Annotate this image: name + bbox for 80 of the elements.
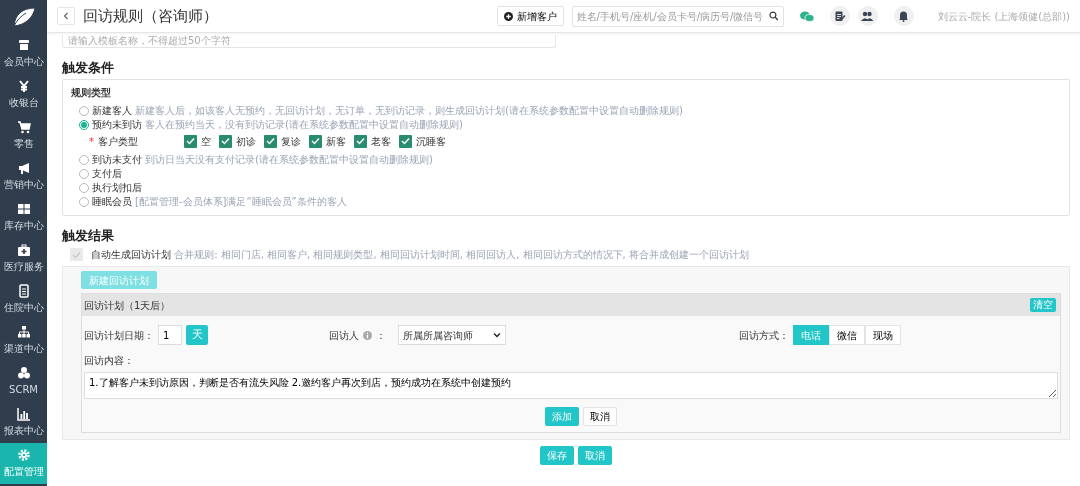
search-field[interactable]: 姓名/手机号/座机/会员卡号/病历号/微信号 [571, 5, 784, 27]
sidebar-item[interactable]: 零售 [0, 115, 47, 156]
checkbox[interactable] [264, 134, 277, 148]
checkbox-label: 复诊 [281, 134, 301, 149]
rule-label: 到访未支付 [92, 154, 142, 167]
info-icon[interactable] [363, 330, 372, 340]
sidebar-item[interactable]: SCRM [0, 361, 47, 402]
clipboard-icon [16, 284, 31, 298]
rule-description: 到访日当天没有支付记录(请在系统参数配置中设置自动删除规则) [145, 154, 433, 167]
bar-chart-icon [16, 407, 31, 421]
rule-label: 预约未到访 [92, 119, 142, 132]
rule-description: [配置管理-会员体系]满足“睡眠会员”条件的客人 [135, 196, 347, 209]
unit-label: 天 [186, 325, 208, 346]
checkbox[interactable] [309, 134, 322, 148]
grid-icon [16, 202, 31, 216]
sidebar-item[interactable]: 报表中心 [0, 402, 47, 443]
field-label: 客户类型 [98, 134, 138, 149]
rule-label: 睡眠会员 [92, 196, 132, 209]
page-title: 回访规则（咨询师） [83, 5, 218, 27]
field-label: 回访方式： [739, 328, 789, 343]
chat-bubbles-icon[interactable] [799, 10, 814, 22]
checkbox[interactable] [184, 134, 197, 148]
method-tab[interactable]: 现场 [865, 325, 901, 346]
cubes-icon [16, 366, 31, 380]
back-button[interactable] [57, 7, 75, 25]
users-icon[interactable] [857, 6, 878, 26]
sidebar-item[interactable]: 收银台 [0, 74, 47, 115]
visitor-select[interactable]: 所属所属咨询师 [398, 325, 506, 346]
search-icon[interactable] [768, 11, 779, 21]
plan-title: 回访计划（1天后） [84, 298, 171, 313]
panel-label: 规则类型 [71, 86, 112, 100]
sidebar-item[interactable]: 会员中心 [0, 33, 47, 74]
rule-label: 支付后 [92, 168, 122, 181]
yen-icon [16, 79, 31, 93]
cart-icon [16, 120, 31, 134]
radio-button[interactable] [79, 197, 89, 208]
sidebar-item[interactable]: 医疗服务 [0, 238, 47, 279]
radio-button[interactable] [79, 183, 89, 194]
rule-label: 新建客人 [92, 105, 132, 118]
chevron-left-icon [63, 12, 69, 20]
sidebar-item[interactable]: 渠道中心 [0, 320, 47, 361]
rule-description: 客人在预约当天，没有到访记录(请在系统参数配置中设置自动删除规则) [145, 119, 463, 132]
new-customer-button[interactable]: 新增客户 [496, 6, 564, 26]
clipboard-edit-icon[interactable] [829, 6, 850, 26]
checkbox-label: 空 [201, 134, 211, 149]
radio-button[interactable] [79, 120, 89, 131]
plus-circle-icon [503, 11, 513, 21]
checkbox-label: 老客 [371, 134, 391, 149]
org-chart-icon [16, 325, 31, 339]
content-field[interactable]: 1.了解客户未到访原因，判断是否有流失风险 2.邀约客户再次到店，预约成功在系统中创建预约 [84, 372, 1058, 400]
checkbox[interactable] [354, 134, 367, 148]
megaphone-icon [16, 161, 31, 175]
checkbox-label: 新客 [326, 134, 346, 149]
sidebar-item[interactable]: 库存中心 [0, 197, 47, 238]
checkbox-label: 初诊 [236, 134, 256, 149]
cancel-button[interactable]: 取消 [583, 407, 617, 427]
required-mark: * [89, 134, 94, 149]
sidebar-item[interactable]: 营销中心 [0, 156, 47, 197]
colon: ： [376, 328, 386, 343]
checkbox[interactable] [399, 134, 412, 148]
section-heading: 触发结果 [62, 228, 115, 244]
rule-label: 执行划扣后 [92, 182, 142, 195]
gear-icon [16, 448, 31, 462]
field-label: 回访人 [329, 328, 359, 343]
checkbox-label: 沉睡客 [416, 134, 446, 149]
rule-description: 新建客人后，如该客人无预约，无回访计划，无订单，无到访记录，则生成回访计划(请在系统参数配置中设置自动删除规则) [135, 105, 683, 118]
method-tab[interactable]: 微信 [829, 325, 865, 346]
field-label: 回访内容： [84, 354, 135, 369]
bell-icon[interactable] [893, 6, 914, 26]
caret-icon [493, 332, 501, 339]
sidebar-item[interactable]: 住院中心 [0, 279, 47, 320]
section-heading: 触发条件 [62, 60, 115, 75]
template-name-field[interactable]: 请输入模板名称，不得超过50个字符 [62, 34, 556, 48]
radio-button[interactable] [79, 155, 89, 166]
radio-button[interactable] [79, 106, 89, 117]
field-label: 回访计划日期： [84, 328, 154, 343]
medical-kit-icon [16, 243, 31, 257]
checkbox[interactable] [219, 134, 232, 148]
date-field[interactable]: 1 [158, 325, 182, 346]
radio-button[interactable] [79, 169, 89, 180]
